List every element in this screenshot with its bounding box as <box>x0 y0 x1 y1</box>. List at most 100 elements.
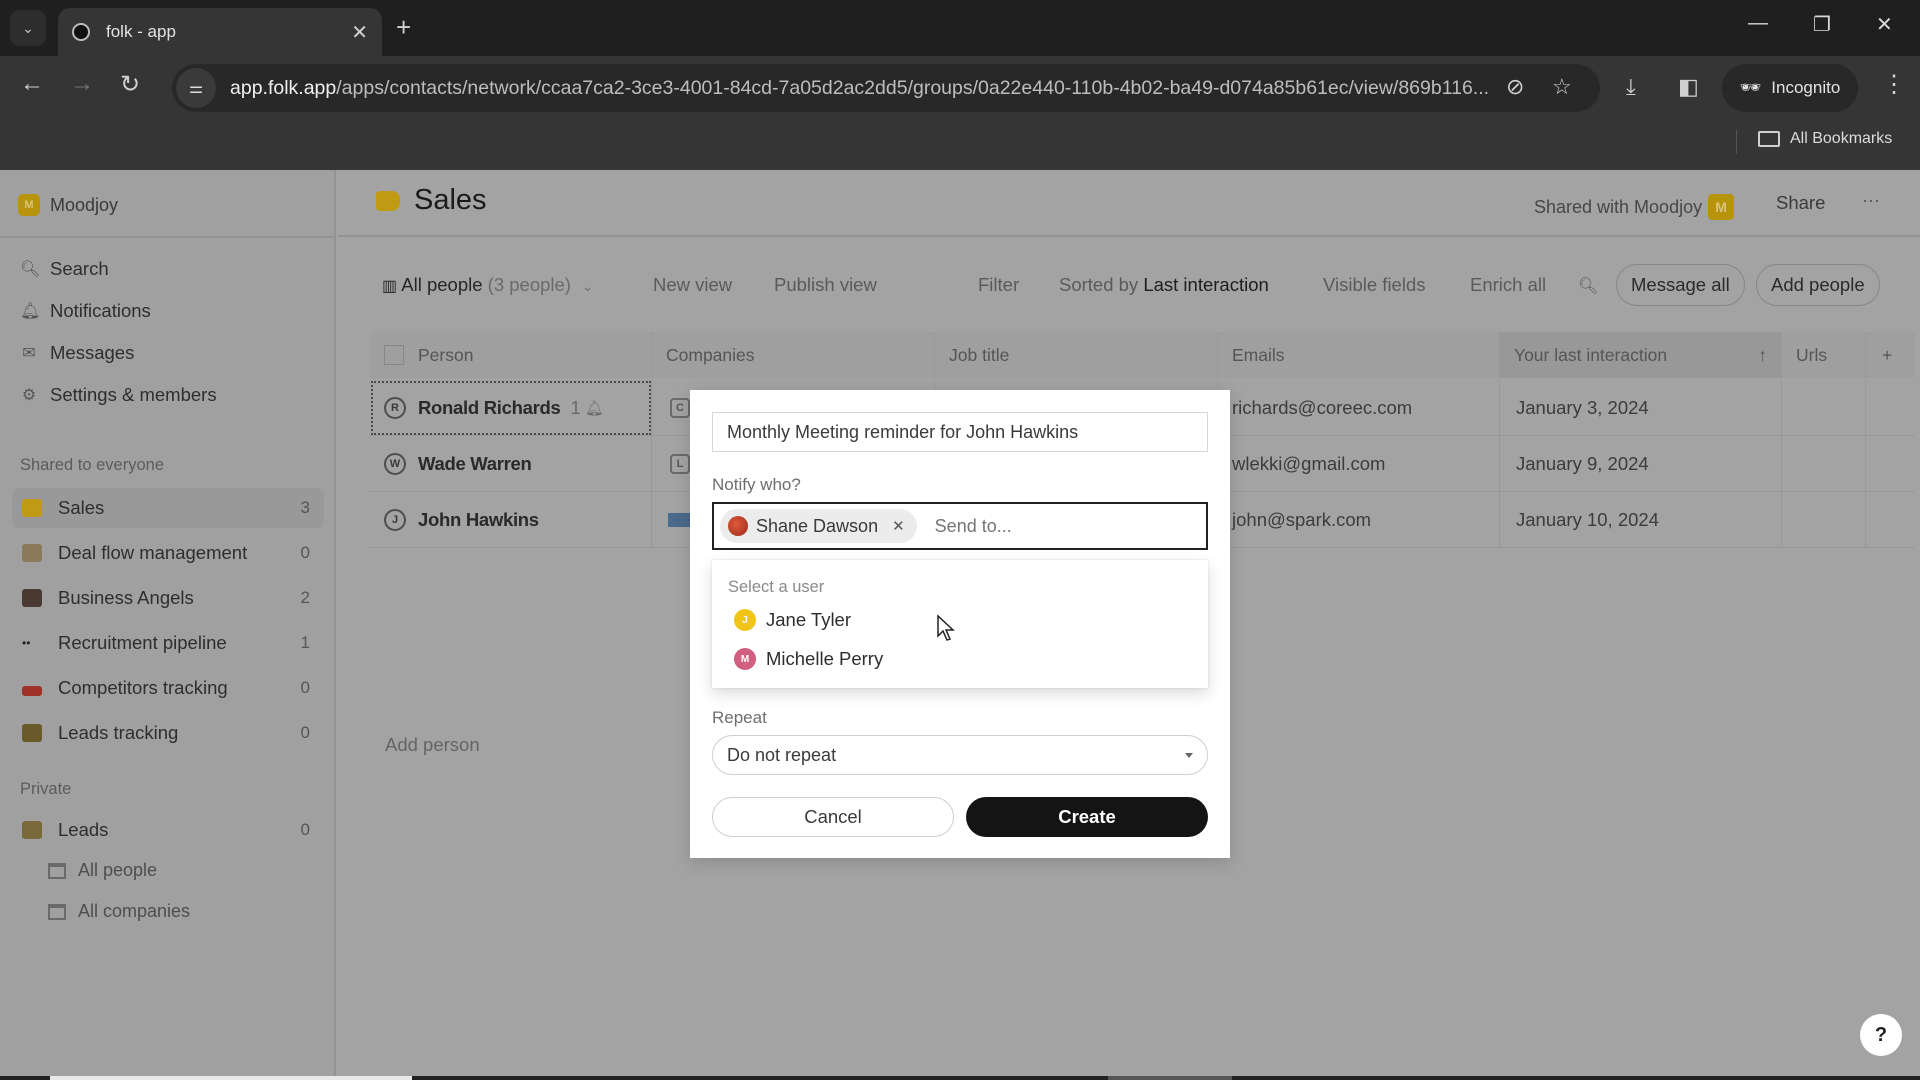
sidebar-group-leads[interactable]: Leads 0 <box>12 810 324 850</box>
user-option-jane-tyler[interactable]: J Jane Tyler <box>734 609 851 631</box>
sidebar-item-settings[interactable]: ⚙ Settings & members <box>20 384 217 406</box>
page-title-text: Sales <box>414 184 487 216</box>
email-cell[interactable]: wlekki@gmail.com <box>1218 436 1500 492</box>
notify-recipients-field[interactable]: Shane Dawson ✕ <box>712 502 1208 550</box>
person-name[interactable]: Wade Warren <box>418 453 532 475</box>
chevron-down-icon: ⌄ <box>22 19 34 36</box>
help-button[interactable]: ? <box>1860 1014 1902 1056</box>
column-header-emails[interactable]: Emails <box>1218 332 1500 378</box>
page-header: Sales Shared with Moodjoy M Share ··· <box>338 170 1920 237</box>
add-people-button[interactable]: Add people <box>1756 264 1880 306</box>
person-cell[interactable]: J John Hawkins <box>370 492 652 548</box>
urls-cell[interactable] <box>1782 436 1866 492</box>
enrich-all-button[interactable]: Enrich all <box>1470 274 1546 296</box>
sidebar-item-search[interactable]: 🔍︎ Search <box>20 258 109 280</box>
new-tab-button[interactable]: + <box>396 12 411 43</box>
create-button[interactable]: Create <box>966 797 1208 837</box>
reload-icon[interactable]: ↻ <box>120 70 140 99</box>
filter-button[interactable]: Filter <box>978 274 1019 296</box>
sort-button[interactable]: Sorted by Last interaction <box>1059 274 1269 296</box>
back-arrow-icon[interactable]: ← <box>20 70 44 98</box>
send-to-input[interactable] <box>934 515 1155 537</box>
new-view-button[interactable]: New view <box>653 274 732 296</box>
company-chip[interactable]: L <box>670 454 690 474</box>
url-text[interactable]: app.folk.app/apps/contacts/network/ccaa7… <box>230 77 1515 100</box>
column-label: Your last interaction <box>1514 344 1668 365</box>
tab-search-button[interactable]: ⌄ <box>10 10 46 46</box>
repeat-select[interactable]: Do not repeat <box>712 735 1208 775</box>
column-header-urls[interactable]: Urls <box>1782 332 1866 378</box>
group-count: 2 <box>300 588 310 607</box>
sidebar-group-business-angels[interactable]: Business Angels 2 <box>12 578 324 618</box>
sidebar-group-sales[interactable]: Sales 3 <box>12 488 324 528</box>
close-tab-icon[interactable]: ✕ <box>351 20 368 45</box>
column-header-last-interaction[interactable]: Your last interaction ↑ <box>1500 332 1782 378</box>
sidebar-subview-all-companies[interactable]: All companies <box>48 901 190 922</box>
view-label: All people <box>401 274 483 295</box>
person-name[interactable]: John Hawkins <box>418 509 539 531</box>
last-interaction-cell[interactable]: January 3, 2024 <box>1500 380 1782 436</box>
eye-off-icon[interactable]: ⊘ <box>1506 74 1524 100</box>
select-all-checkbox[interactable] <box>384 345 404 365</box>
sort-ascending-icon[interactable]: ↑ <box>1758 345 1767 366</box>
sidebar-group-deal-flow[interactable]: Deal flow management 0 <box>12 533 324 573</box>
detective-group-icon <box>22 724 42 742</box>
forward-arrow-icon[interactable]: → <box>70 70 94 98</box>
shared-with-indicator[interactable]: Shared with Moodjoy M <box>1534 194 1735 220</box>
company-chip[interactable]: C <box>670 398 690 418</box>
cancel-button[interactable]: Cancel <box>712 797 954 837</box>
sidebar-group-competitors[interactable]: Competitors tracking 0 <box>12 668 324 708</box>
person-cell[interactable]: R Ronald Richards 1 🔔︎ <box>370 380 652 436</box>
reminder-modal: Notify who? Shane Dawson ✕ Select a user… <box>690 390 1230 858</box>
all-bookmarks-label: All Bookmarks <box>1790 130 1893 147</box>
all-bookmarks-button[interactable]: All Bookmarks <box>1758 130 1892 148</box>
sidebar-group-recruitment[interactable]: •• Recruitment pipeline 1 <box>12 623 324 663</box>
browser-menu-kebab-icon[interactable]: ⋮ <box>1882 70 1906 99</box>
site-info-tune-icon[interactable]: ⚌ <box>176 68 216 108</box>
last-interaction-cell[interactable]: January 10, 2024 <box>1500 492 1782 548</box>
workspace-switcher[interactable]: M Moodjoy <box>18 194 118 216</box>
visible-fields-button[interactable]: Visible fields <box>1323 274 1426 296</box>
email-cell[interactable]: richards@coreec.com <box>1218 380 1500 436</box>
table-view-icon <box>48 903 66 920</box>
column-header-companies[interactable]: Companies <box>652 332 935 378</box>
minimize-window-icon[interactable]: — <box>1748 12 1768 35</box>
person-name[interactable]: Ronald Richards <box>418 397 561 419</box>
column-label: Urls <box>1796 344 1828 365</box>
mouse-cursor-icon <box>937 614 955 641</box>
add-column-button[interactable]: + <box>1866 332 1915 378</box>
email-cell[interactable]: john@spark.com <box>1218 492 1500 548</box>
sidebar-group-leads-tracking[interactable]: Leads tracking 0 <box>12 713 324 753</box>
publish-view-button[interactable]: Publish view <box>774 274 877 296</box>
last-interaction-cell[interactable]: January 9, 2024 <box>1500 436 1782 492</box>
add-person-button[interactable]: Add person <box>385 734 480 756</box>
message-all-button[interactable]: Message all <box>1616 264 1745 306</box>
incognito-indicator[interactable]: 🕶 Incognito <box>1722 64 1858 112</box>
sidebar-item-notifications[interactable]: 🔔︎ Notifications <box>20 300 151 322</box>
close-window-icon[interactable]: ✕ <box>1876 12 1893 37</box>
address-bar[interactable]: ⚌ app.folk.app/apps/contacts/network/cca… <box>172 64 1600 112</box>
restore-window-icon[interactable]: ❐ <box>1813 12 1831 37</box>
sidebar-item-messages[interactable]: ✉ Messages <box>20 342 134 364</box>
download-icon[interactable]: ⤓ <box>1626 74 1636 100</box>
more-options-icon[interactable]: ··· <box>1862 190 1880 211</box>
side-panel-icon[interactable]: ◧ <box>1678 74 1699 100</box>
column-header-job-title[interactable]: Job title <box>935 332 1218 378</box>
remove-recipient-icon[interactable]: ✕ <box>892 517 905 535</box>
company-logo[interactable] <box>668 513 690 527</box>
person-cell[interactable]: W Wade Warren <box>370 436 652 492</box>
share-button[interactable]: Share <box>1776 192 1825 214</box>
search-icon[interactable]: 🔍︎ <box>1578 276 1598 296</box>
urls-cell[interactable] <box>1782 492 1866 548</box>
urls-cell[interactable] <box>1782 380 1866 436</box>
bell-icon[interactable]: 🔔︎ <box>585 399 604 417</box>
reminder-title-input[interactable] <box>712 412 1208 452</box>
view-selector[interactable]: ▥ All people (3 people) ⌄ <box>382 274 593 296</box>
shared-section-title: Shared to everyone <box>20 456 165 474</box>
column-header-person[interactable]: Person <box>370 332 652 378</box>
sidebar-subview-all-people[interactable]: All people <box>48 860 157 881</box>
recipient-chip[interactable]: Shane Dawson ✕ <box>720 509 917 543</box>
user-option-michelle-perry[interactable]: M Michelle Perry <box>734 648 883 670</box>
bookmark-star-icon[interactable]: ☆ <box>1552 74 1572 100</box>
browser-tab[interactable]: folk - app ✕ <box>58 8 382 56</box>
